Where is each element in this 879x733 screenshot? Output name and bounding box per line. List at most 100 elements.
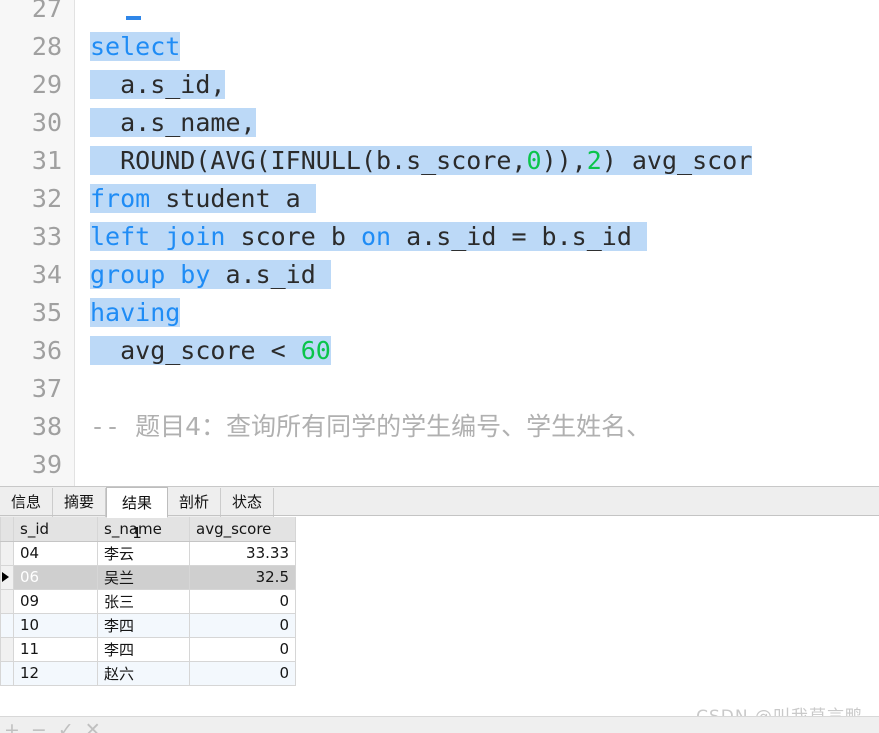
- code-token: )),: [541, 146, 587, 175]
- table-row[interactable]: 10 李四 0: [0, 612, 296, 638]
- code-token: score b: [225, 222, 361, 251]
- code-lines-container[interactable]: 27 28 select 29 a.s_id, 30 a.s_name, 31 ROUND…: [0, 0, 879, 484]
- cell-s-id[interactable]: 04: [13, 540, 98, 566]
- nav-icon-1[interactable]: −: [31, 721, 47, 733]
- code-token: ) avg_scor: [601, 146, 753, 175]
- line-number: 29: [31, 70, 62, 99]
- cell-s-name[interactable]: 李四: [97, 612, 190, 638]
- cell-s-id[interactable]: 11: [13, 636, 98, 662]
- code-token: a.s_id = b.s_id: [391, 222, 647, 251]
- row-marker-cell[interactable]: [0, 540, 14, 566]
- cell-s-id[interactable]: 12: [13, 660, 98, 686]
- result-tab[interactable]: 信息: [0, 488, 53, 517]
- cell-s-name[interactable]: 张三: [97, 588, 190, 614]
- code-line[interactable]: 36 avg_score < 60: [0, 332, 879, 370]
- cell-s-id[interactable]: 10: [13, 612, 98, 638]
- current-row-arrow-icon: [2, 571, 9, 582]
- table-row[interactable]: 11 李四 0: [0, 636, 296, 662]
- row-marker-cell[interactable]: [0, 636, 14, 662]
- code-token: on: [360, 222, 392, 251]
- line-number: 39: [31, 450, 62, 479]
- line-number: 31: [31, 146, 62, 175]
- code-line[interactable]: 28 select: [0, 28, 879, 66]
- result-tab[interactable]: 剖析: [168, 488, 221, 517]
- table-row[interactable]: 06 吴兰 32.5: [0, 564, 296, 590]
- cell-avg-score[interactable]: 0: [189, 612, 296, 638]
- code-line-text: from student a: [90, 180, 316, 218]
- table-header-row: s_id s_name avg_score: [0, 517, 296, 542]
- result-tab[interactable]: 结果 1: [106, 487, 168, 542]
- code-line[interactable]: 32 from student a: [0, 180, 879, 218]
- cell-avg-score[interactable]: 0: [189, 588, 296, 614]
- code-token: select: [90, 32, 181, 61]
- code-token: student a: [150, 184, 316, 213]
- column-header-s-name[interactable]: s_name: [97, 517, 190, 542]
- nav-icon-2[interactable]: ✓: [58, 721, 74, 733]
- code-token: 2: [586, 146, 602, 175]
- row-marker-cell[interactable]: [0, 564, 14, 590]
- table-row[interactable]: 04 李云 33.33: [0, 540, 296, 566]
- line-number: 33: [31, 222, 62, 251]
- code-token: group by: [90, 260, 211, 289]
- result-tab-bar[interactable]: 信息 摘要 结果 1 剖析 状态: [0, 486, 879, 542]
- cell-s-id[interactable]: 06: [13, 564, 98, 590]
- cell-avg-score[interactable]: 0: [189, 660, 296, 686]
- code-token: 0: [526, 146, 542, 175]
- code-line[interactable]: 38 -- 题目4：查询所有同学的学生编号、学生姓名、: [0, 408, 879, 446]
- code-line-text: left join score b on a.s_id = b.s_id: [90, 218, 647, 256]
- cell-s-name[interactable]: 李四: [97, 636, 190, 662]
- cell-avg-score[interactable]: 0: [189, 636, 296, 662]
- bottom-status-bar: + − ✓ ✕: [0, 716, 879, 733]
- cell-s-name[interactable]: 赵六: [97, 660, 190, 686]
- code-line-text: having: [90, 294, 181, 332]
- code-token: a.s_id,: [90, 70, 226, 99]
- code-line-text: group by a.s_id: [90, 256, 331, 294]
- cell-avg-score[interactable]: 33.33: [189, 540, 296, 566]
- line-number: 38: [31, 412, 62, 441]
- sql-editor-pane[interactable]: 27 28 select 29 a.s_id, 30 a.s_name, 31 ROUND…: [0, 0, 879, 486]
- nav-icon-3[interactable]: ✕: [85, 721, 101, 733]
- code-line[interactable]: 35 having: [0, 294, 879, 332]
- text-caret: [126, 16, 141, 20]
- result-grid[interactable]: s_id s_name avg_score 04李云33.3306吴兰32.50…: [0, 517, 296, 686]
- row-marker-header: [0, 517, 14, 542]
- code-line[interactable]: 27: [0, 0, 879, 28]
- nav-icon-0[interactable]: +: [4, 721, 20, 733]
- code-token: from: [90, 184, 151, 213]
- code-token: avg_score <: [90, 336, 301, 365]
- code-line-text: a.s_id,: [90, 66, 226, 104]
- code-line[interactable]: 31 ROUND(AVG(IFNULL(b.s_score,0)),2) avg…: [0, 142, 879, 180]
- code-line[interactable]: 29 a.s_id,: [0, 66, 879, 104]
- row-marker-cell[interactable]: [0, 660, 14, 686]
- result-tab[interactable]: 状态: [221, 488, 274, 517]
- cell-s-id[interactable]: 09: [13, 588, 98, 614]
- record-navigation-icons[interactable]: + − ✓ ✕: [4, 721, 101, 733]
- code-token: ROUND(AVG(IFNULL(b.s_score,: [90, 146, 527, 175]
- code-line[interactable]: 30 a.s_name,: [0, 104, 879, 142]
- cell-s-name[interactable]: 吴兰: [97, 564, 190, 590]
- line-number: 30: [31, 108, 62, 137]
- code-line[interactable]: 33 left join score b on a.s_id = b.s_id: [0, 218, 879, 256]
- table-row[interactable]: 12 赵六 0: [0, 660, 296, 686]
- cell-avg-score[interactable]: 32.5: [189, 564, 296, 590]
- line-number: 27: [31, 0, 62, 23]
- column-header-avg-score[interactable]: avg_score: [189, 517, 296, 542]
- code-line[interactable]: 37: [0, 370, 879, 408]
- code-token: having: [90, 298, 181, 327]
- line-number: 28: [31, 32, 62, 61]
- result-tab[interactable]: 摘要: [53, 488, 106, 517]
- column-header-s-id[interactable]: s_id: [13, 517, 98, 542]
- code-line[interactable]: 39: [0, 446, 879, 484]
- code-line-text: -- 题目4：查询所有同学的学生编号、学生姓名、: [90, 408, 651, 446]
- code-token: left join: [90, 222, 226, 251]
- code-token: 60: [300, 336, 331, 365]
- cell-s-name[interactable]: 李云: [97, 540, 190, 566]
- row-marker-cell[interactable]: [0, 612, 14, 638]
- row-marker-cell[interactable]: [0, 588, 14, 614]
- code-line-text: a.s_name,: [90, 104, 256, 142]
- code-line-text: avg_score < 60: [90, 332, 331, 370]
- code-line[interactable]: 34 group by a.s_id: [0, 256, 879, 294]
- line-number: 36: [31, 336, 62, 365]
- table-row[interactable]: 09 张三 0: [0, 588, 296, 614]
- code-line-text: ROUND(AVG(IFNULL(b.s_score,0)),2) avg_sc…: [90, 142, 753, 180]
